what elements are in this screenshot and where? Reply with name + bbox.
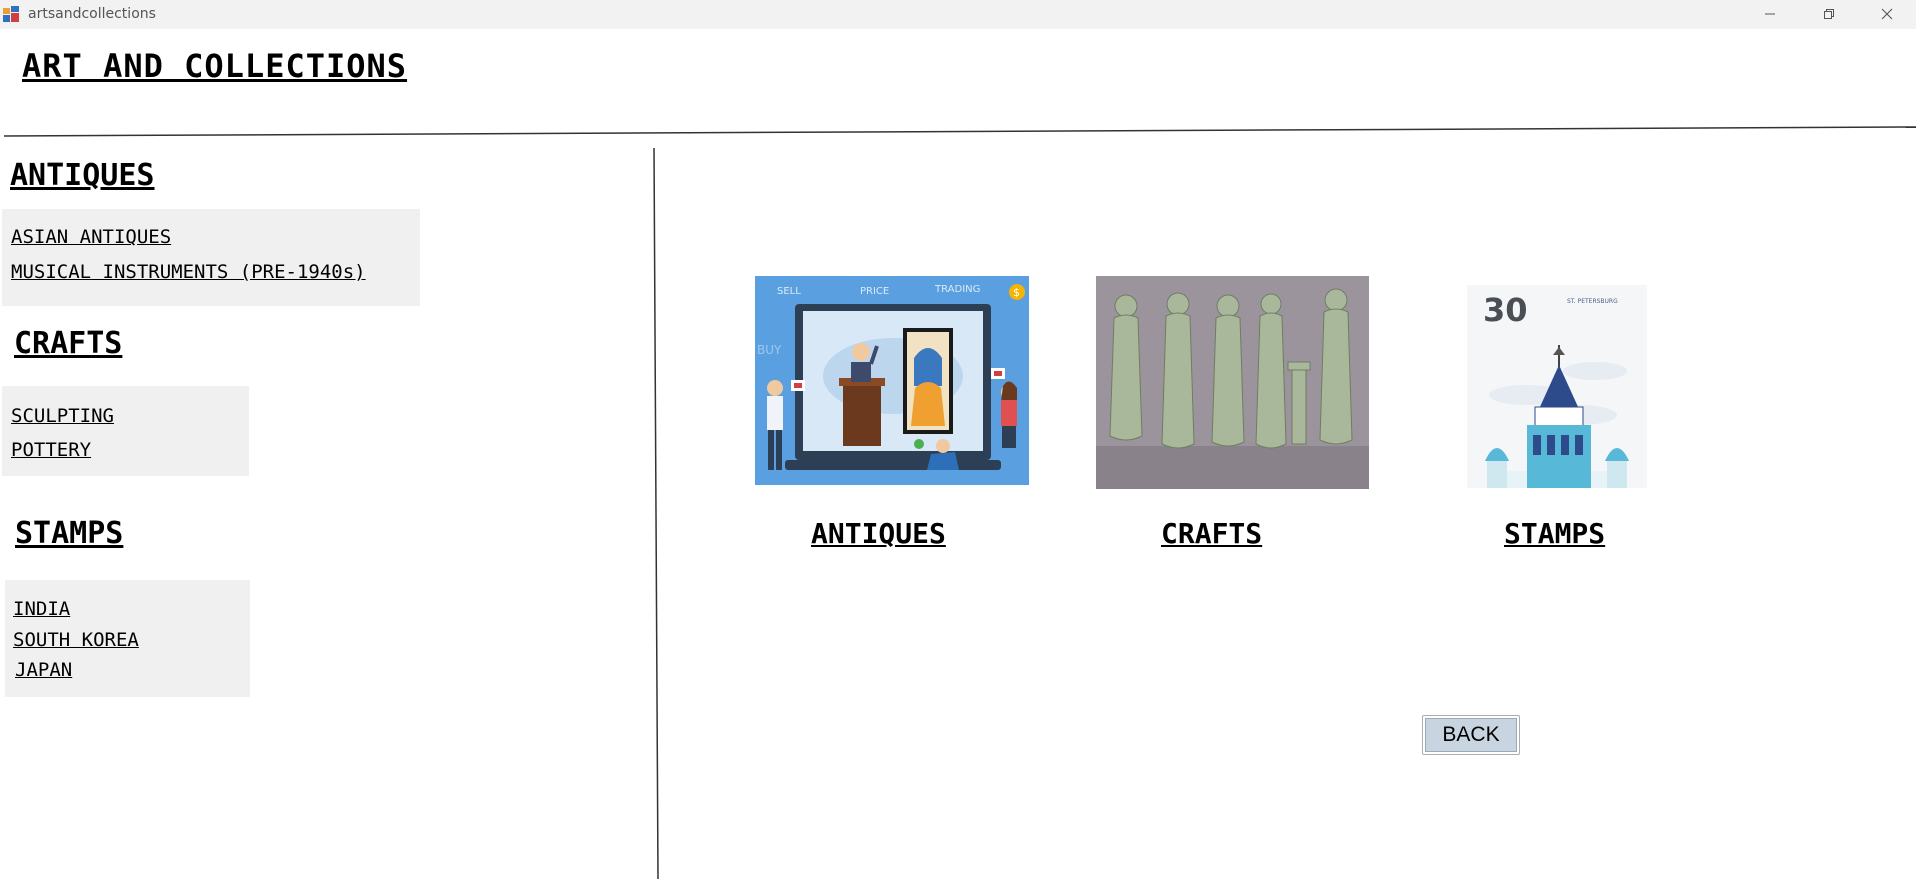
stamps-panel: INDIA SOUTH KOREA JAPAN [5,580,250,697]
link-sculpting[interactable]: SCULPTING [11,405,114,427]
svg-text:30: 30 [1483,291,1528,329]
antiques-panel: ASIAN ANTIQUES MUSICAL INSTRUMENTS (PRE-… [2,209,420,306]
stamp-illustration: 30 ST. PETERSBURG [1467,285,1647,488]
sidebar-heading-stamps: STAMPS [15,516,124,551]
horizontal-divider [3,126,1916,137]
link-pottery[interactable]: POTTERY [11,439,91,461]
antiques-image[interactable]: SELL PRICE TRADING $ BUY [755,276,1029,485]
svg-text:SELL: SELL [777,286,801,297]
svg-text:BUY: BUY [757,343,782,357]
link-india[interactable]: INDIA [13,598,70,620]
svg-text:$: $ [1013,286,1020,299]
svg-text:TRADING: TRADING [934,284,980,295]
svg-text:ST. PETERSBURG: ST. PETERSBURG [1567,298,1618,305]
stamps-image[interactable]: 30 ST. PETERSBURG [1467,285,1647,488]
link-asian-antiques[interactable]: ASIAN ANTIQUES [11,226,171,248]
svg-text:PRICE: PRICE [860,286,889,297]
category-label-crafts[interactable]: CRAFTS [1161,517,1262,550]
link-japan[interactable]: JAPAN [15,659,72,681]
category-label-stamps[interactable]: STAMPS [1504,517,1605,550]
back-button-label: BACK [1425,718,1517,752]
category-label-antiques[interactable]: ANTIQUES [811,517,946,550]
link-south-korea[interactable]: SOUTH KOREA [13,629,139,651]
statues-illustration [1096,276,1369,489]
crafts-panel: SCULPTING POTTERY [2,386,249,476]
sidebar-heading-antiques: ANTIQUES [10,158,155,193]
auction-illustration: SELL PRICE TRADING $ BUY [755,276,1029,485]
crafts-image[interactable] [1096,276,1369,489]
link-musical-instruments[interactable]: MUSICAL INSTRUMENTS (PRE-1940s) [11,261,366,283]
sidebar-heading-crafts: CRAFTS [14,326,123,361]
vertical-divider [653,147,659,879]
back-button[interactable]: BACK [1422,715,1520,755]
